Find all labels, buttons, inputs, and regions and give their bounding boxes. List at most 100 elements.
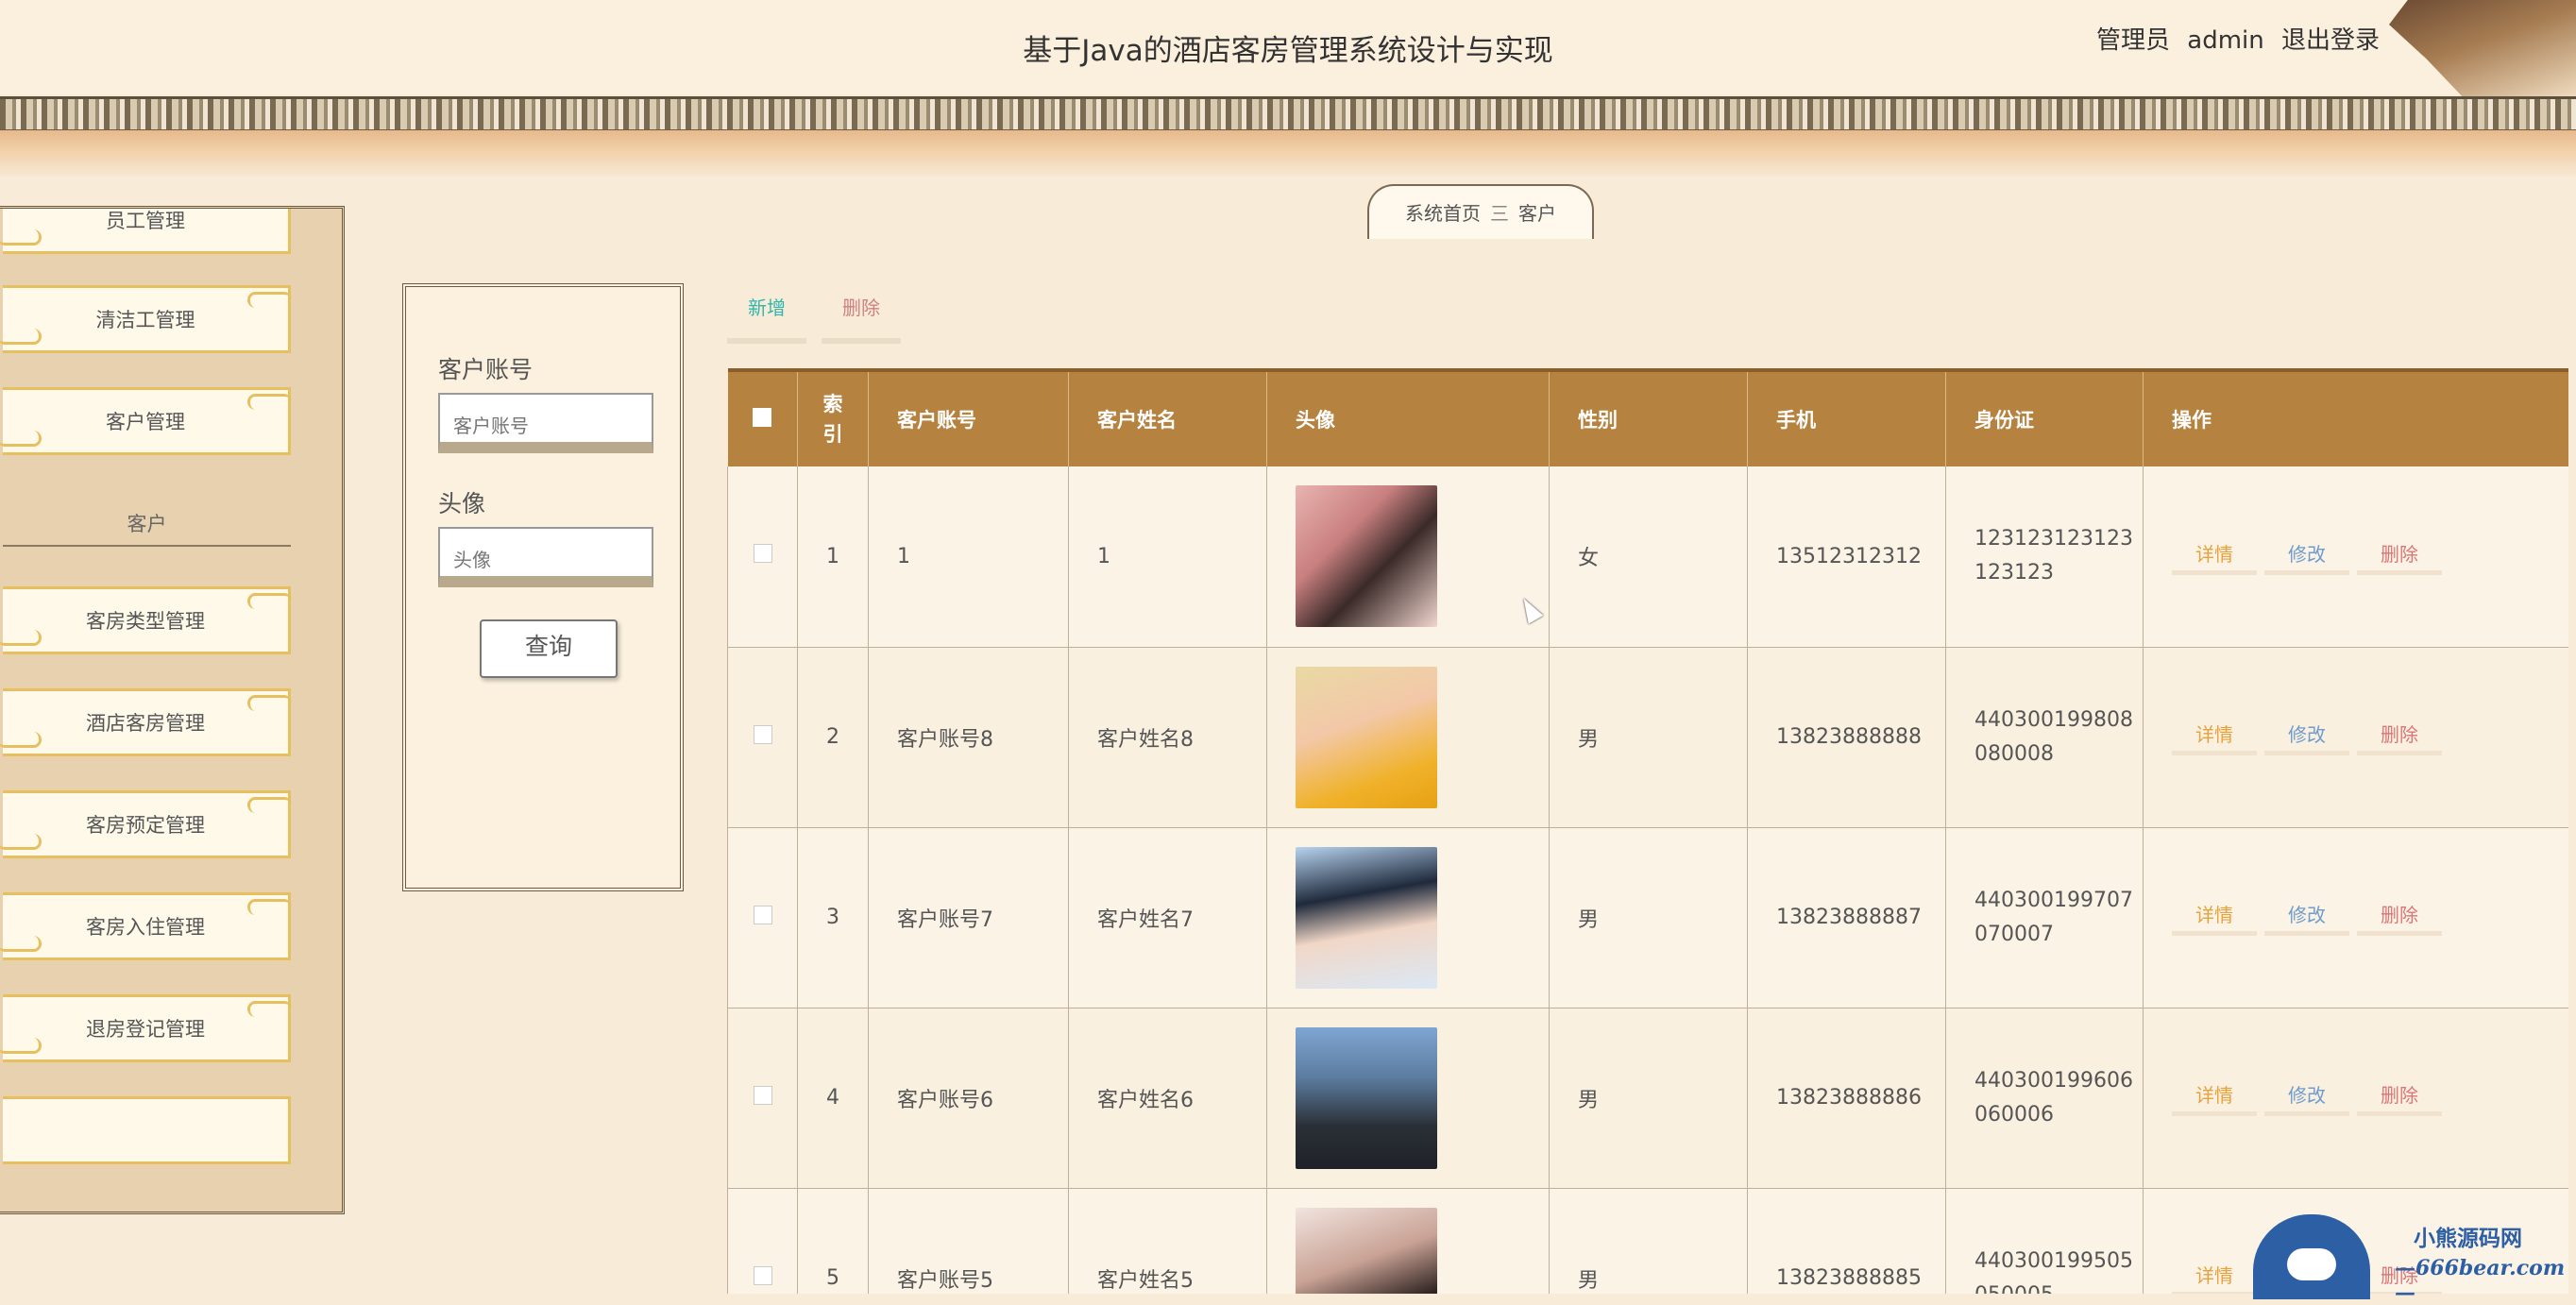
cell-account: 客户账号5 [868,1188,1069,1294]
detail-button[interactable]: 详情 [2172,538,2257,575]
row-checkbox[interactable] [753,1085,772,1105]
row-select-cell[interactable] [727,827,798,1008]
sidebar-item-label: 清洁工管理 [95,309,195,331]
delete-button[interactable]: 删除 [2357,899,2442,936]
breadcrumb-current: 客户 [1518,202,1556,225]
edit-button[interactable]: 修改 [2264,899,2349,936]
edit-button[interactable]: 修改 [2264,1079,2349,1116]
column-header-gender: 性别 [1549,368,1748,466]
delete-button[interactable]: 删除 [2357,538,2442,575]
cell-avatar [1266,1008,1550,1189]
cell-id-card: 440300199808 080008 [1945,647,2144,828]
row-checkbox[interactable] [753,544,772,564]
cell-name: 客户姓名8 [1068,647,1267,828]
column-header-phone: 手机 [1747,368,1946,466]
account-label: 客户账号 [438,356,534,383]
cell-index: 5 [797,1188,869,1294]
sidebar-item-checkout[interactable]: 退房登记管理 [0,994,292,1062]
add-button[interactable]: 新增 [727,289,806,344]
row-checkbox[interactable] [753,724,772,744]
bear-logo-icon [2253,1214,2370,1299]
cloud-curl-icon [247,394,292,410]
cloud-curl-icon [0,1038,42,1054]
watermark-name: 小熊源码网 [2414,1226,2522,1251]
cloud-curl-icon [0,630,42,646]
detail-button[interactable]: 详情 [2172,1260,2257,1294]
watermark-url: —666bear.com— [2395,1256,2566,1305]
sidebar: 员工管理 清洁工管理 客户管理 客户 客房类型管理 酒店客房管理 客房预定管理 … [0,206,345,1214]
brush-decoration [0,130,2576,179]
cell-avatar [1266,466,1550,648]
customer-table-wrap: 索引 客户账号 客户姓名 头像 性别 手机 身份证 操作 1 1 1 女 135… [727,368,2568,1294]
edit-button[interactable]: 修改 [2264,538,2349,575]
sidebar-item-reservations[interactable]: 客房预定管理 [0,790,292,858]
column-header-name: 客户姓名 [1068,368,1267,466]
cell-account: 客户账号7 [868,827,1069,1008]
sidebar-item-customers[interactable]: 客户管理 [0,387,292,455]
row-checkbox[interactable] [753,1265,772,1285]
breadcrumb-home[interactable]: 系统首页 [1405,202,1481,225]
delete-button[interactable]: 删除 [2357,719,2442,755]
cell-id-card: 123123123123 123123 [1945,466,2144,648]
sidebar-item-cleaners[interactable]: 清洁工管理 [0,285,292,353]
sidebar-item-label: 退房登记管理 [86,1018,205,1041]
cell-phone: 13823888887 [1747,827,1946,1008]
cloud-curl-icon [0,431,42,447]
avatar [1296,1207,1437,1294]
bulk-delete-button[interactable]: 删除 [822,289,901,344]
query-button[interactable]: 查询 [480,619,618,678]
cell-name: 客户姓名5 [1068,1188,1267,1294]
cell-phone: 13823888888 [1747,647,1946,828]
cell-actions: 详情修改删除 [2143,647,2568,828]
breadcrumb: 系统首页三客户 [1367,184,1594,239]
sidebar-item-rooms[interactable]: 酒店客房管理 [0,688,292,756]
row-select-cell[interactable] [727,1188,798,1294]
detail-button[interactable]: 详情 [2172,899,2257,936]
select-all-checkbox[interactable] [753,407,772,427]
cloud-curl-icon [247,292,292,308]
row-select-cell[interactable] [727,647,798,828]
cloud-curl-icon [0,329,42,345]
sidebar-item-staff[interactable]: 员工管理 [0,209,291,254]
cell-account: 1 [868,466,1069,648]
sidebar-item-label: 客房预定管理 [86,814,205,837]
sidebar-item-room-types[interactable]: 客房类型管理 [0,586,292,654]
cloud-curl-icon [0,936,42,952]
table-header-row: 索引 客户账号 客户姓名 头像 性别 手机 身份证 操作 [727,368,2568,466]
table-row: 1 1 1 女 13512312312 123123123123 123123 详… [727,466,2568,648]
row-checkbox[interactable] [753,905,772,924]
detail-button[interactable]: 详情 [2172,1079,2257,1116]
cell-phone: 13823888886 [1747,1008,1946,1189]
cell-gender: 男 [1549,1188,1748,1294]
cell-actions: 详情修改删除 [2143,466,2568,648]
cell-avatar [1266,827,1550,1008]
column-header-actions: 操作 [2143,368,2568,466]
sidebar-item-label: 客户管理 [106,411,185,433]
sidebar-section-label: 客户 [127,513,167,535]
cell-avatar [1266,1188,1550,1294]
sidebar-item-more[interactable] [3,1096,291,1164]
cloud-curl-icon [247,593,292,609]
user-role: 管理员 [2096,26,2171,55]
cell-id-card: 440300199606 060006 [1945,1008,2144,1189]
sidebar-item-label: 酒店客房管理 [86,712,205,735]
column-header-avatar: 头像 [1266,368,1550,466]
sidebar-item-checkin[interactable]: 客房入住管理 [0,892,292,960]
row-select-cell[interactable] [727,1008,798,1189]
delete-button[interactable]: 删除 [2357,1079,2442,1116]
logout-link[interactable]: 退出登录 [2281,26,2380,55]
cell-id-card: 440300199707 070007 [1945,827,2144,1008]
table-row: 4 客户账号6 客户姓名6 男 13823888886 440300199606… [727,1008,2568,1189]
header-select-all[interactable] [727,368,798,466]
table-row: 2 客户账号8 客户姓名8 男 13823888888 440300199808… [727,647,2568,828]
avatar [1296,485,1437,628]
cell-account: 客户账号6 [868,1008,1069,1189]
cell-phone: 13823888885 [1747,1188,1946,1294]
account-search-input[interactable] [438,393,653,453]
row-select-cell[interactable] [727,466,798,648]
avatar-search-input[interactable] [438,527,653,587]
detail-button[interactable]: 详情 [2172,719,2257,755]
avatar [1296,1026,1437,1169]
cell-actions: 详情修改删除 [2143,827,2568,1008]
edit-button[interactable]: 修改 [2264,719,2349,755]
